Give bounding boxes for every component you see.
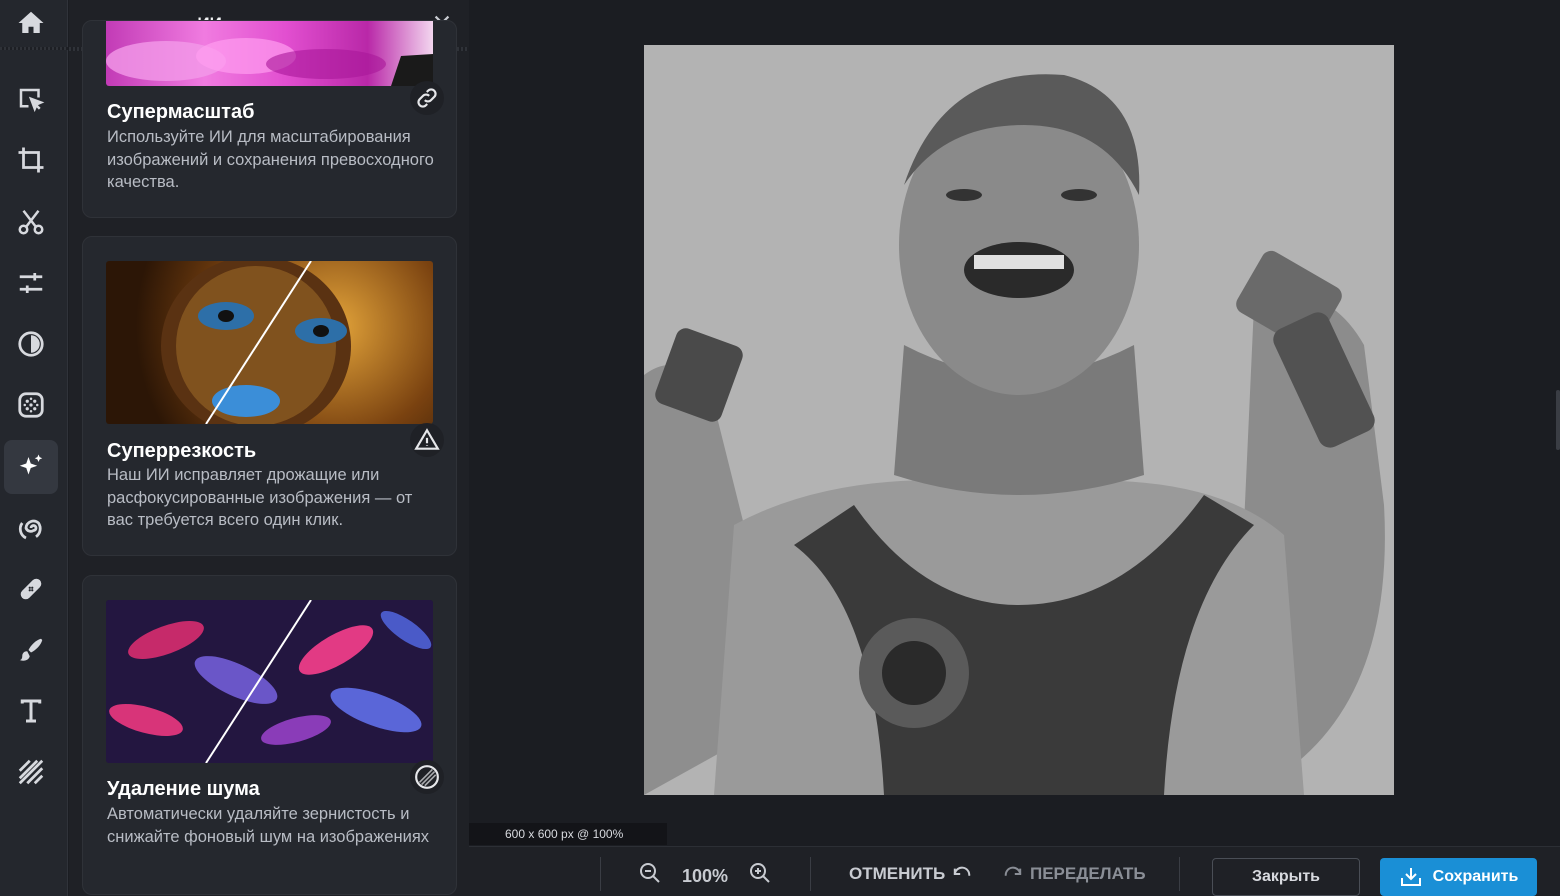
ai-tool-card-denoise[interactable]: Удаление шума Автоматически удаляйте зер… xyxy=(82,575,457,895)
noise-icon xyxy=(410,760,444,794)
divider xyxy=(600,857,601,891)
ai-tool-card-upscale[interactable]: Супермасштаб Используйте ИИ для масштаби… xyxy=(82,20,457,218)
bandage-icon[interactable] xyxy=(4,562,58,616)
tool-sidebar xyxy=(0,0,68,896)
contrast-icon[interactable] xyxy=(4,317,58,371)
card-description: Наш ИИ исправляет дрожащие или расфокуси… xyxy=(107,466,413,529)
swirl-icon[interactable] xyxy=(4,501,58,555)
redo-button[interactable]: ПЕРЕДЕЛАТЬ xyxy=(1002,864,1146,884)
edited-photo[interactable] xyxy=(644,45,1394,795)
ai-tool-card-sharpen[interactable]: Суперрезкость Наш ИИ исправляет дрожащие… xyxy=(82,236,457,556)
divider xyxy=(1179,857,1180,891)
brush-icon[interactable] xyxy=(4,623,58,677)
download-icon xyxy=(1400,868,1421,886)
save-button[interactable]: Сохранить xyxy=(1380,858,1537,896)
upscale-preview-image xyxy=(106,21,433,86)
canvas-scrollbar[interactable] xyxy=(1556,390,1560,450)
save-label: Сохранить xyxy=(1432,868,1519,885)
zoom-out-icon[interactable] xyxy=(638,861,662,885)
undo-button[interactable]: ОТМЕНИТЬ xyxy=(849,864,973,884)
zoom-level: 100% xyxy=(682,866,729,886)
ai-sparkle-icon[interactable] xyxy=(4,440,58,494)
app-window: ИИ-инструменты Супермасштаб Используйте … xyxy=(0,0,1560,896)
sharpen-preview-image xyxy=(106,261,433,424)
card-description: Автоматически удаляйте зернистость и сни… xyxy=(107,805,430,846)
redo-icon xyxy=(1004,866,1022,876)
bottom-bar: 100% ОТМЕНИТЬ ПЕРЕДЕЛАТЬ Закрыть Сохрани… xyxy=(469,846,1560,896)
ai-tools-panel: ИИ-инструменты Супермасштаб Используйте … xyxy=(69,0,469,896)
texture-icon[interactable] xyxy=(4,745,58,799)
editor-canvas: 600 x 600 px @ 100% xyxy=(469,0,1560,846)
select-icon[interactable] xyxy=(4,73,58,127)
image-info-status: 600 x 600 px @ 100% xyxy=(469,823,667,845)
home-icon[interactable] xyxy=(4,0,58,50)
toolbar-divider xyxy=(0,47,68,50)
undo-label: ОТМЕНИТЬ xyxy=(849,864,946,883)
cut-icon[interactable] xyxy=(4,195,58,249)
redo-label: ПЕРЕДЕЛАТЬ xyxy=(1030,864,1146,883)
crop-icon[interactable] xyxy=(4,133,58,187)
filters-icon[interactable] xyxy=(4,378,58,432)
zoom-in-icon[interactable] xyxy=(748,861,772,885)
card-description: Используйте ИИ для масштабирования изобр… xyxy=(107,128,434,191)
denoise-preview-image xyxy=(106,600,433,763)
link-icon xyxy=(410,81,444,115)
card-title: Суперрезкость xyxy=(107,440,257,462)
text-icon[interactable] xyxy=(4,684,58,738)
card-title: Удаление шума xyxy=(107,778,260,800)
divider xyxy=(810,857,811,891)
close-button[interactable]: Закрыть xyxy=(1212,858,1360,896)
undo-icon xyxy=(954,866,971,876)
card-title: Супермасштаб xyxy=(107,101,255,123)
triangle-icon xyxy=(410,423,444,457)
adjust-icon[interactable] xyxy=(4,256,58,310)
